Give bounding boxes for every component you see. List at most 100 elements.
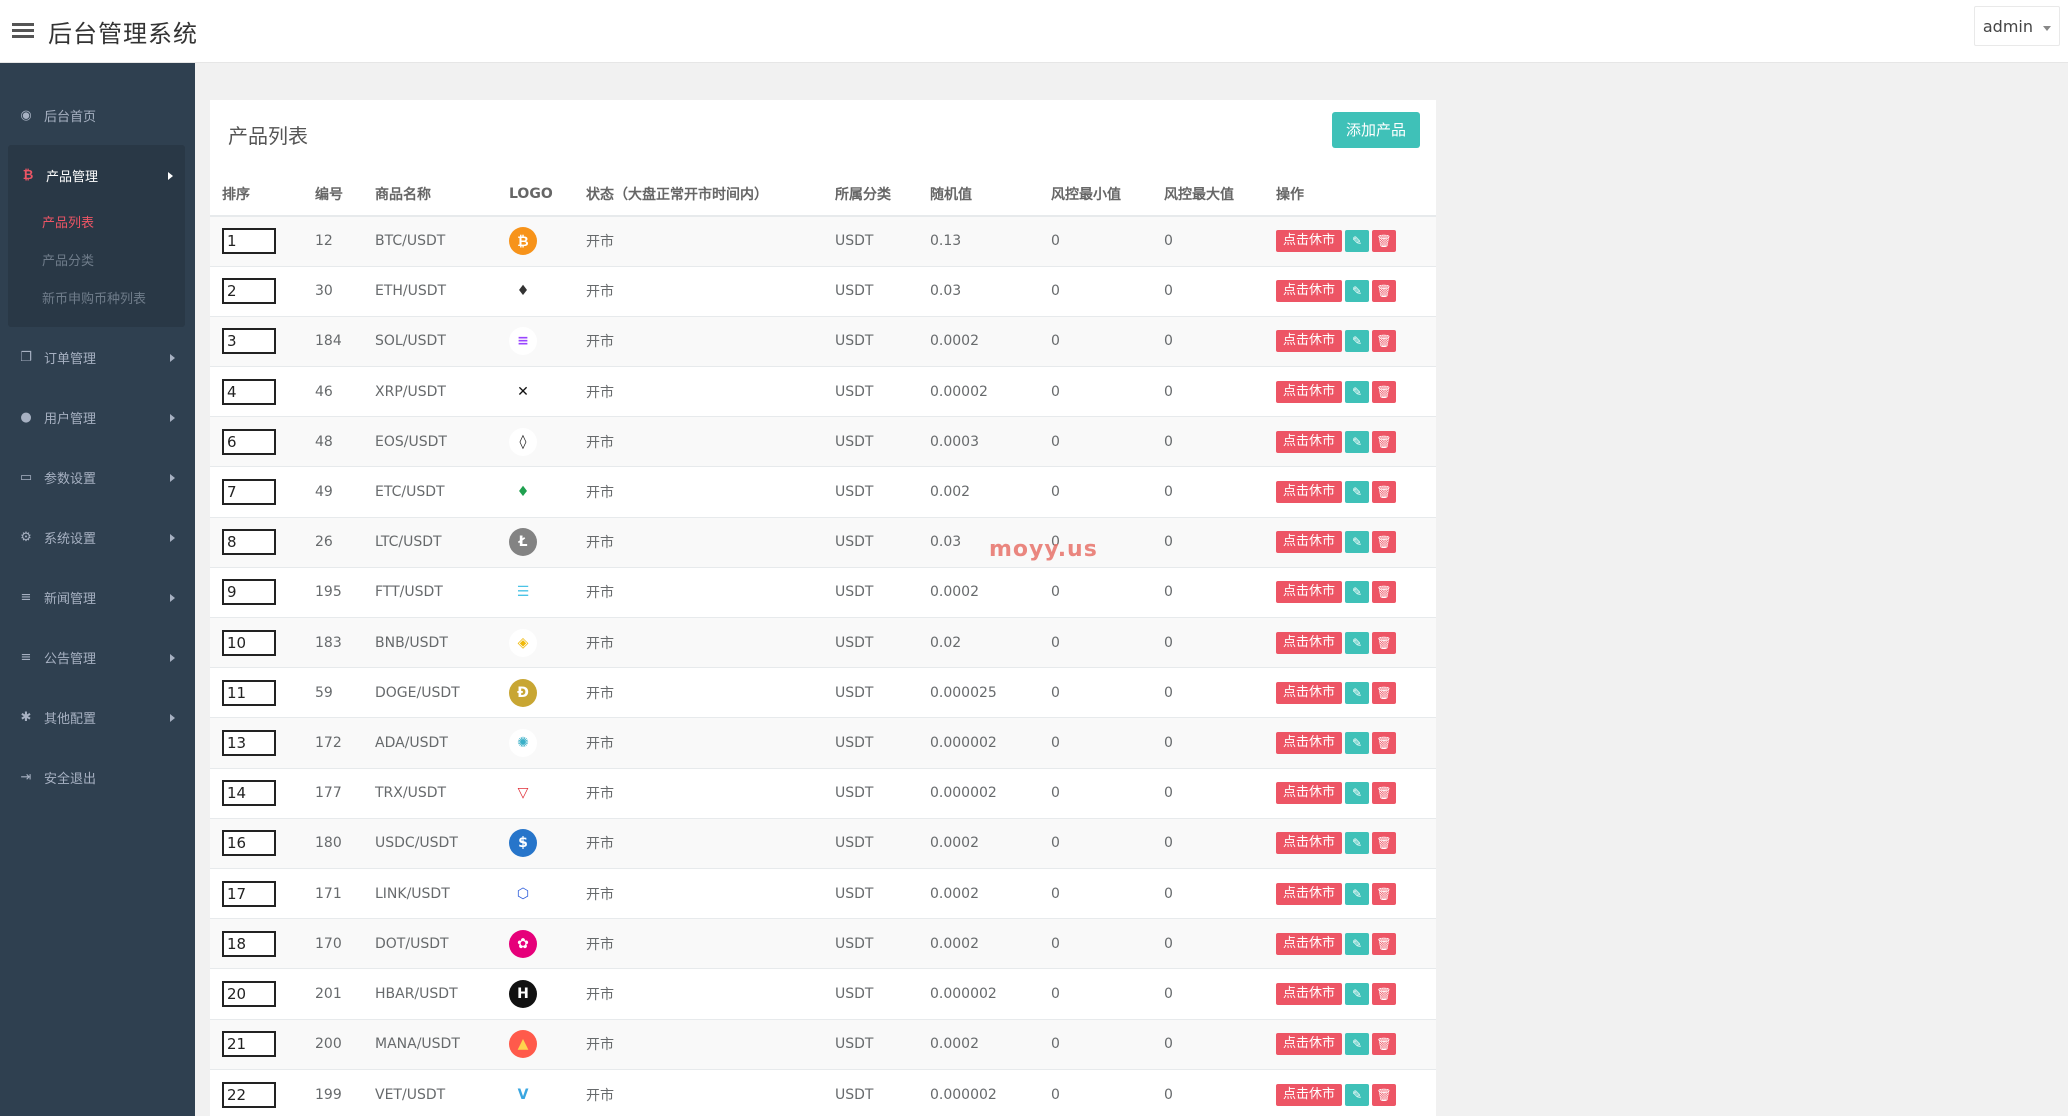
halt-trading-button[interactable]: 点击休市: [1276, 531, 1343, 554]
sidebar-item-8[interactable]: ✱ 其他配置: [0, 687, 195, 747]
trash-icon[interactable]: 🗑: [1372, 681, 1397, 704]
edit-pencil-icon[interactable]: ✎: [1345, 631, 1370, 654]
halt-trading-button[interactable]: 点击休市: [1276, 882, 1343, 905]
trash-icon[interactable]: 🗑: [1372, 932, 1397, 955]
sort-order-input[interactable]: [222, 479, 276, 506]
status-cell: 开市: [574, 1018, 823, 1070]
sort-order-input[interactable]: [222, 729, 276, 756]
trash-icon[interactable]: 🗑: [1372, 531, 1397, 554]
edit-pencil-icon[interactable]: ✎: [1345, 1083, 1370, 1106]
sort-order-input[interactable]: [222, 428, 276, 455]
sidebar-item-2[interactable]: ❐ 订单管理: [0, 327, 195, 387]
sort-order-input[interactable]: [222, 1031, 276, 1058]
halt-trading-button[interactable]: 点击休市: [1276, 731, 1343, 754]
halt-trading-button[interactable]: 点击休市: [1276, 932, 1343, 955]
trash-icon[interactable]: 🗑: [1372, 280, 1397, 303]
halt-trading-button[interactable]: 点击休市: [1276, 832, 1343, 855]
trash-icon[interactable]: 🗑: [1372, 581, 1397, 604]
edit-pencil-icon[interactable]: ✎: [1345, 982, 1370, 1005]
trash-icon[interactable]: 🗑: [1372, 230, 1397, 253]
edit-pencil-icon[interactable]: ✎: [1345, 481, 1370, 504]
sidebar-subitem-1[interactable]: 产品分类: [8, 243, 185, 281]
sort-order-input[interactable]: [222, 780, 276, 807]
trash-icon[interactable]: 🗑: [1372, 1083, 1397, 1106]
halt-trading-button[interactable]: 点击休市: [1276, 1033, 1343, 1056]
user-dropdown[interactable]: admin: [1973, 6, 2060, 46]
product-name-cell: XRP/USDT: [363, 366, 497, 417]
sidebar-item-5[interactable]: ⚙ 系统设置: [0, 507, 195, 567]
edit-pencil-icon[interactable]: ✎: [1345, 230, 1370, 253]
status-cell: 开市: [574, 215, 823, 267]
sidebar-item-7[interactable]: ≡ 公告管理: [0, 627, 195, 687]
sidebar-item-1[interactable]: ₿ 产品管理: [8, 145, 185, 205]
halt-trading-button[interactable]: 点击休市: [1276, 280, 1343, 303]
halt-trading-button[interactable]: 点击休市: [1276, 380, 1343, 403]
halt-trading-button[interactable]: 点击休市: [1276, 430, 1343, 453]
sort-order-input[interactable]: [222, 880, 276, 907]
sidebar-item-0[interactable]: ◉ 后台首页: [0, 85, 195, 145]
sidebar-item-6[interactable]: ≡ 新闻管理: [0, 567, 195, 627]
halt-trading-button[interactable]: 点击休市: [1276, 631, 1343, 654]
edit-pencil-icon[interactable]: ✎: [1345, 932, 1370, 955]
sort-order-input[interactable]: [222, 228, 276, 255]
sidebar-item-4[interactable]: ▭ 参数设置: [0, 447, 195, 507]
edit-pencil-icon[interactable]: ✎: [1345, 681, 1370, 704]
sort-order-input[interactable]: [222, 278, 276, 305]
trash-icon[interactable]: 🗑: [1372, 982, 1397, 1005]
sort-order-input[interactable]: [222, 1081, 276, 1108]
trash-icon[interactable]: 🗑: [1372, 430, 1397, 453]
edit-pencil-icon[interactable]: ✎: [1345, 380, 1370, 403]
halt-trading-button[interactable]: 点击休市: [1276, 681, 1343, 704]
edit-pencil-icon[interactable]: ✎: [1345, 581, 1370, 604]
edit-pencil-icon[interactable]: ✎: [1345, 832, 1370, 855]
random-value-cell: 0.000002: [918, 767, 1039, 819]
sort-cell: [210, 717, 303, 769]
risk-min-cell: 0: [1039, 265, 1152, 317]
edit-pencil-icon[interactable]: ✎: [1345, 531, 1370, 554]
trash-icon[interactable]: 🗑: [1372, 380, 1397, 403]
risk-max-cell: 0: [1152, 968, 1264, 1019]
edit-pencil-icon[interactable]: ✎: [1345, 1033, 1370, 1056]
sort-order-input[interactable]: [222, 980, 276, 1007]
halt-trading-button[interactable]: 点击休市: [1276, 782, 1343, 805]
edit-pencil-icon[interactable]: ✎: [1345, 280, 1370, 303]
edit-pencil-icon[interactable]: ✎: [1345, 782, 1370, 805]
halt-trading-button[interactable]: 点击休市: [1276, 581, 1343, 604]
hamburger-menu-icon[interactable]: [12, 20, 34, 42]
trash-icon[interactable]: 🗑: [1372, 882, 1397, 905]
trash-icon[interactable]: 🗑: [1372, 1033, 1397, 1056]
trash-icon[interactable]: 🗑: [1372, 481, 1397, 504]
category-cell: USDT: [823, 366, 918, 417]
sidebar-subitem-2[interactable]: 新币申购币种列表: [8, 281, 185, 319]
sort-order-input[interactable]: [222, 328, 276, 355]
sidebar-item-9[interactable]: ⇥ 安全退出: [0, 747, 195, 807]
sort-order-input[interactable]: [222, 529, 276, 556]
sort-order-input[interactable]: [222, 629, 276, 656]
sort-order-input[interactable]: [222, 679, 276, 706]
edit-pencil-icon[interactable]: ✎: [1345, 882, 1370, 905]
trash-icon[interactable]: 🗑: [1372, 631, 1397, 654]
halt-trading-button[interactable]: 点击休市: [1276, 230, 1343, 253]
sort-order-input[interactable]: [222, 579, 276, 606]
sort-order-input[interactable]: [222, 378, 276, 405]
edit-pencil-icon[interactable]: ✎: [1345, 330, 1370, 353]
halt-trading-button[interactable]: 点击休市: [1276, 330, 1343, 353]
trash-icon[interactable]: 🗑: [1372, 832, 1397, 855]
risk-max-cell: 0: [1152, 1018, 1264, 1070]
edit-pencil-icon[interactable]: ✎: [1345, 731, 1370, 754]
sidebar-subitem-0[interactable]: 产品列表: [8, 205, 185, 243]
chevron-right-icon: [170, 654, 175, 662]
halt-trading-button[interactable]: 点击休市: [1276, 481, 1343, 504]
halt-trading-button[interactable]: 点击休市: [1276, 982, 1343, 1005]
trash-icon[interactable]: 🗑: [1372, 782, 1397, 805]
sort-order-input[interactable]: [222, 830, 276, 857]
add-product-button[interactable]: 添加产品: [1332, 112, 1420, 148]
sidebar-item-3[interactable]: ● 用户管理: [0, 387, 195, 447]
risk-min-cell: 0: [1039, 616, 1152, 668]
trash-icon[interactable]: 🗑: [1372, 731, 1397, 754]
edit-pencil-icon[interactable]: ✎: [1345, 430, 1370, 453]
sort-order-input[interactable]: [222, 930, 276, 957]
status-cell: 开市: [574, 516, 823, 568]
trash-icon[interactable]: 🗑: [1372, 330, 1397, 353]
halt-trading-button[interactable]: 点击休市: [1276, 1083, 1343, 1106]
